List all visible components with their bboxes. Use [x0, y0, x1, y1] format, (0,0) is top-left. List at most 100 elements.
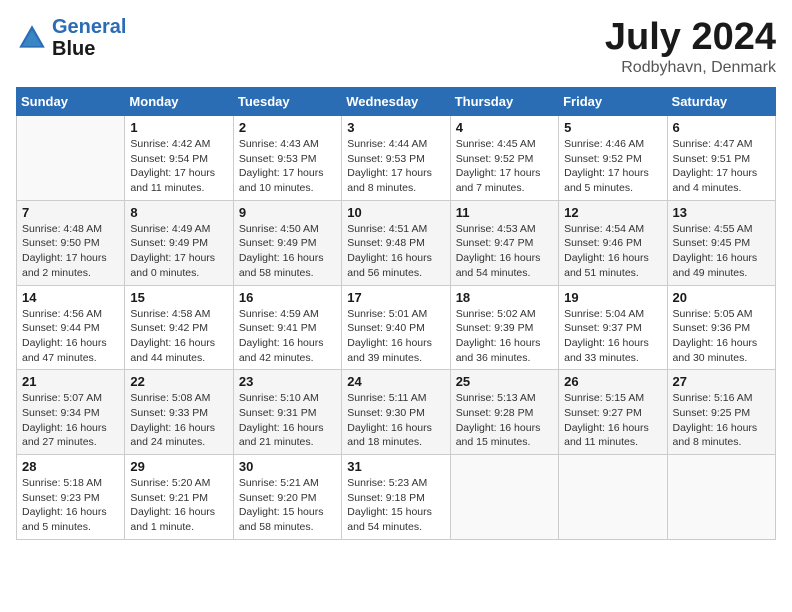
- calendar-cell: 17 Sunrise: 5:01 AMSunset: 9:40 PMDayligh…: [342, 285, 450, 370]
- day-number: 12: [564, 205, 661, 220]
- calendar-cell: 14Sunrise: 4:56 AMSunset: 9:44 PMDayligh…: [17, 285, 125, 370]
- calendar-cell: 1Sunrise: 4:42 AMSunset: 9:54 PMDaylight…: [125, 116, 233, 201]
- day-number: 27: [673, 374, 770, 389]
- day-number: 4: [456, 120, 553, 135]
- calendar-cell: 31 Sunrise: 5:23 AMSunset: 9:18 PMDayligh…: [342, 455, 450, 540]
- day-number: 8: [130, 205, 227, 220]
- day-number: 25: [456, 374, 553, 389]
- calendar-cell: 21 Sunrise: 5:07 AMSunset: 9:34 PMDayligh…: [17, 370, 125, 455]
- day-number: 24: [347, 374, 444, 389]
- day-number: 16: [239, 290, 336, 305]
- day-info: Sunrise: 5:07 AMSunset: 9:34 PMDaylight:…: [22, 391, 119, 450]
- week-row-1: 1Sunrise: 4:42 AMSunset: 9:54 PMDaylight…: [17, 116, 776, 201]
- calendar-cell: 26Sunrise: 5:15 AMSunset: 9:27 PMDayligh…: [559, 370, 667, 455]
- day-info: Sunrise: 4:45 AMSunset: 9:52 PMDaylight:…: [456, 137, 553, 196]
- month-title: July 2024: [605, 16, 776, 59]
- calendar-cell: 16 Sunrise: 4:59 AMSunset: 9:41 PMDayligh…: [233, 285, 341, 370]
- calendar-table: SundayMondayTuesdayWednesdayThursdayFrid…: [16, 87, 776, 540]
- day-number: 10: [347, 205, 444, 220]
- calendar-cell: 22Sunrise: 5:08 AMSunset: 9:33 PMDayligh…: [125, 370, 233, 455]
- day-info: Sunrise: 5:10 AMSunset: 9:31 PMDaylight:…: [239, 391, 336, 450]
- day-number: 15: [130, 290, 227, 305]
- day-number: 5: [564, 120, 661, 135]
- week-row-2: 7 Sunrise: 4:48 AMSunset: 9:50 PMDaylight…: [17, 200, 776, 285]
- day-info: Sunrise: 4:59 AMSunset: 9:41 PMDaylight:…: [239, 307, 336, 366]
- calendar-cell: [559, 455, 667, 540]
- calendar-cell: 9Sunrise: 4:50 AMSunset: 9:49 PMDaylight…: [233, 200, 341, 285]
- day-info: Sunrise: 4:48 AMSunset: 9:50 PMDaylight:…: [22, 222, 119, 281]
- calendar-cell: 24Sunrise: 5:11 AMSunset: 9:30 PMDayligh…: [342, 370, 450, 455]
- day-info: Sunrise: 5:20 AMSunset: 9:21 PMDaylight:…: [130, 476, 227, 535]
- calendar-cell: 10 Sunrise: 4:51 AMSunset: 9:48 PMDayligh…: [342, 200, 450, 285]
- day-number: 18: [456, 290, 553, 305]
- day-number: 13: [673, 205, 770, 220]
- day-number: 30: [239, 459, 336, 474]
- weekday-header-monday: Monday: [125, 88, 233, 116]
- calendar-cell: 8 Sunrise: 4:49 AMSunset: 9:49 PMDaylight…: [125, 200, 233, 285]
- calendar-cell: 30 Sunrise: 5:21 AMSunset: 9:20 PMDayligh…: [233, 455, 341, 540]
- day-info: Sunrise: 5:21 AMSunset: 9:20 PMDaylight:…: [239, 476, 336, 535]
- logo-icon: [16, 22, 48, 54]
- weekday-header-row: SundayMondayTuesdayWednesdayThursdayFrid…: [17, 88, 776, 116]
- calendar-cell: 6 Sunrise: 4:47 AMSunset: 9:51 PMDaylight…: [667, 116, 775, 201]
- calendar-cell: 2Sunrise: 4:43 AMSunset: 9:53 PMDaylight…: [233, 116, 341, 201]
- calendar-cell: 20 Sunrise: 5:05 AMSunset: 9:36 PMDayligh…: [667, 285, 775, 370]
- calendar-cell: 11 Sunrise: 4:53 AMSunset: 9:47 PMDayligh…: [450, 200, 558, 285]
- calendar-cell: 5 Sunrise: 4:46 AMSunset: 9:52 PMDaylight…: [559, 116, 667, 201]
- day-info: Sunrise: 4:50 AMSunset: 9:49 PMDaylight:…: [239, 222, 336, 281]
- day-number: 28: [22, 459, 119, 474]
- calendar-cell: [667, 455, 775, 540]
- weekday-header-friday: Friday: [559, 88, 667, 116]
- day-info: Sunrise: 5:02 AMSunset: 9:39 PMDaylight:…: [456, 307, 553, 366]
- day-number: 20: [673, 290, 770, 305]
- day-number: 29: [130, 459, 227, 474]
- day-number: 2: [239, 120, 336, 135]
- day-info: Sunrise: 4:55 AMSunset: 9:45 PMDaylight:…: [673, 222, 770, 281]
- calendar-cell: 19Sunrise: 5:04 AMSunset: 9:37 PMDayligh…: [559, 285, 667, 370]
- day-info: Sunrise: 4:46 AMSunset: 9:52 PMDaylight:…: [564, 137, 661, 196]
- day-number: 31: [347, 459, 444, 474]
- weekday-header-tuesday: Tuesday: [233, 88, 341, 116]
- day-info: Sunrise: 4:54 AMSunset: 9:46 PMDaylight:…: [564, 222, 661, 281]
- page-header: GeneralBlue July 2024 Rodbyhavn, Denmark: [16, 16, 776, 77]
- day-info: Sunrise: 4:51 AMSunset: 9:48 PMDaylight:…: [347, 222, 444, 281]
- day-number: 3: [347, 120, 444, 135]
- day-info: Sunrise: 5:05 AMSunset: 9:36 PMDaylight:…: [673, 307, 770, 366]
- calendar-cell: 29 Sunrise: 5:20 AMSunset: 9:21 PMDayligh…: [125, 455, 233, 540]
- day-info: Sunrise: 4:49 AMSunset: 9:49 PMDaylight:…: [130, 222, 227, 281]
- calendar-cell: 18 Sunrise: 5:02 AMSunset: 9:39 PMDayligh…: [450, 285, 558, 370]
- day-number: 7: [22, 205, 119, 220]
- logo: GeneralBlue: [16, 16, 126, 60]
- calendar-cell: 4 Sunrise: 4:45 AMSunset: 9:52 PMDaylight…: [450, 116, 558, 201]
- calendar-cell: 12 Sunrise: 4:54 AMSunset: 9:46 PMDayligh…: [559, 200, 667, 285]
- day-number: 1: [130, 120, 227, 135]
- calendar-cell: 25Sunrise: 5:13 AMSunset: 9:28 PMDayligh…: [450, 370, 558, 455]
- day-number: 22: [130, 374, 227, 389]
- logo-text: GeneralBlue: [52, 16, 126, 60]
- day-number: 21: [22, 374, 119, 389]
- day-info: Sunrise: 5:01 AMSunset: 9:40 PMDaylight:…: [347, 307, 444, 366]
- day-info: Sunrise: 4:44 AMSunset: 9:53 PMDaylight:…: [347, 137, 444, 196]
- day-number: 14: [22, 290, 119, 305]
- day-info: Sunrise: 4:53 AMSunset: 9:47 PMDaylight:…: [456, 222, 553, 281]
- day-number: 6: [673, 120, 770, 135]
- calendar-cell: 15 Sunrise: 4:58 AMSunset: 9:42 PMDayligh…: [125, 285, 233, 370]
- day-number: 26: [564, 374, 661, 389]
- weekday-header-saturday: Saturday: [667, 88, 775, 116]
- calendar-cell: 23Sunrise: 5:10 AMSunset: 9:31 PMDayligh…: [233, 370, 341, 455]
- calendar-cell: [450, 455, 558, 540]
- week-row-5: 28 Sunrise: 5:18 AMSunset: 9:23 PMDayligh…: [17, 455, 776, 540]
- day-number: 19: [564, 290, 661, 305]
- week-row-3: 14Sunrise: 4:56 AMSunset: 9:44 PMDayligh…: [17, 285, 776, 370]
- day-number: 11: [456, 205, 553, 220]
- day-info: Sunrise: 5:18 AMSunset: 9:23 PMDaylight:…: [22, 476, 119, 535]
- day-info: Sunrise: 5:23 AMSunset: 9:18 PMDaylight:…: [347, 476, 444, 535]
- day-number: 17: [347, 290, 444, 305]
- day-info: Sunrise: 4:58 AMSunset: 9:42 PMDaylight:…: [130, 307, 227, 366]
- location: Rodbyhavn, Denmark: [605, 59, 776, 77]
- weekday-header-wednesday: Wednesday: [342, 88, 450, 116]
- weekday-header-sunday: Sunday: [17, 88, 125, 116]
- calendar-cell: [17, 116, 125, 201]
- calendar-cell: 13 Sunrise: 4:55 AMSunset: 9:45 PMDayligh…: [667, 200, 775, 285]
- day-info: Sunrise: 4:47 AMSunset: 9:51 PMDaylight:…: [673, 137, 770, 196]
